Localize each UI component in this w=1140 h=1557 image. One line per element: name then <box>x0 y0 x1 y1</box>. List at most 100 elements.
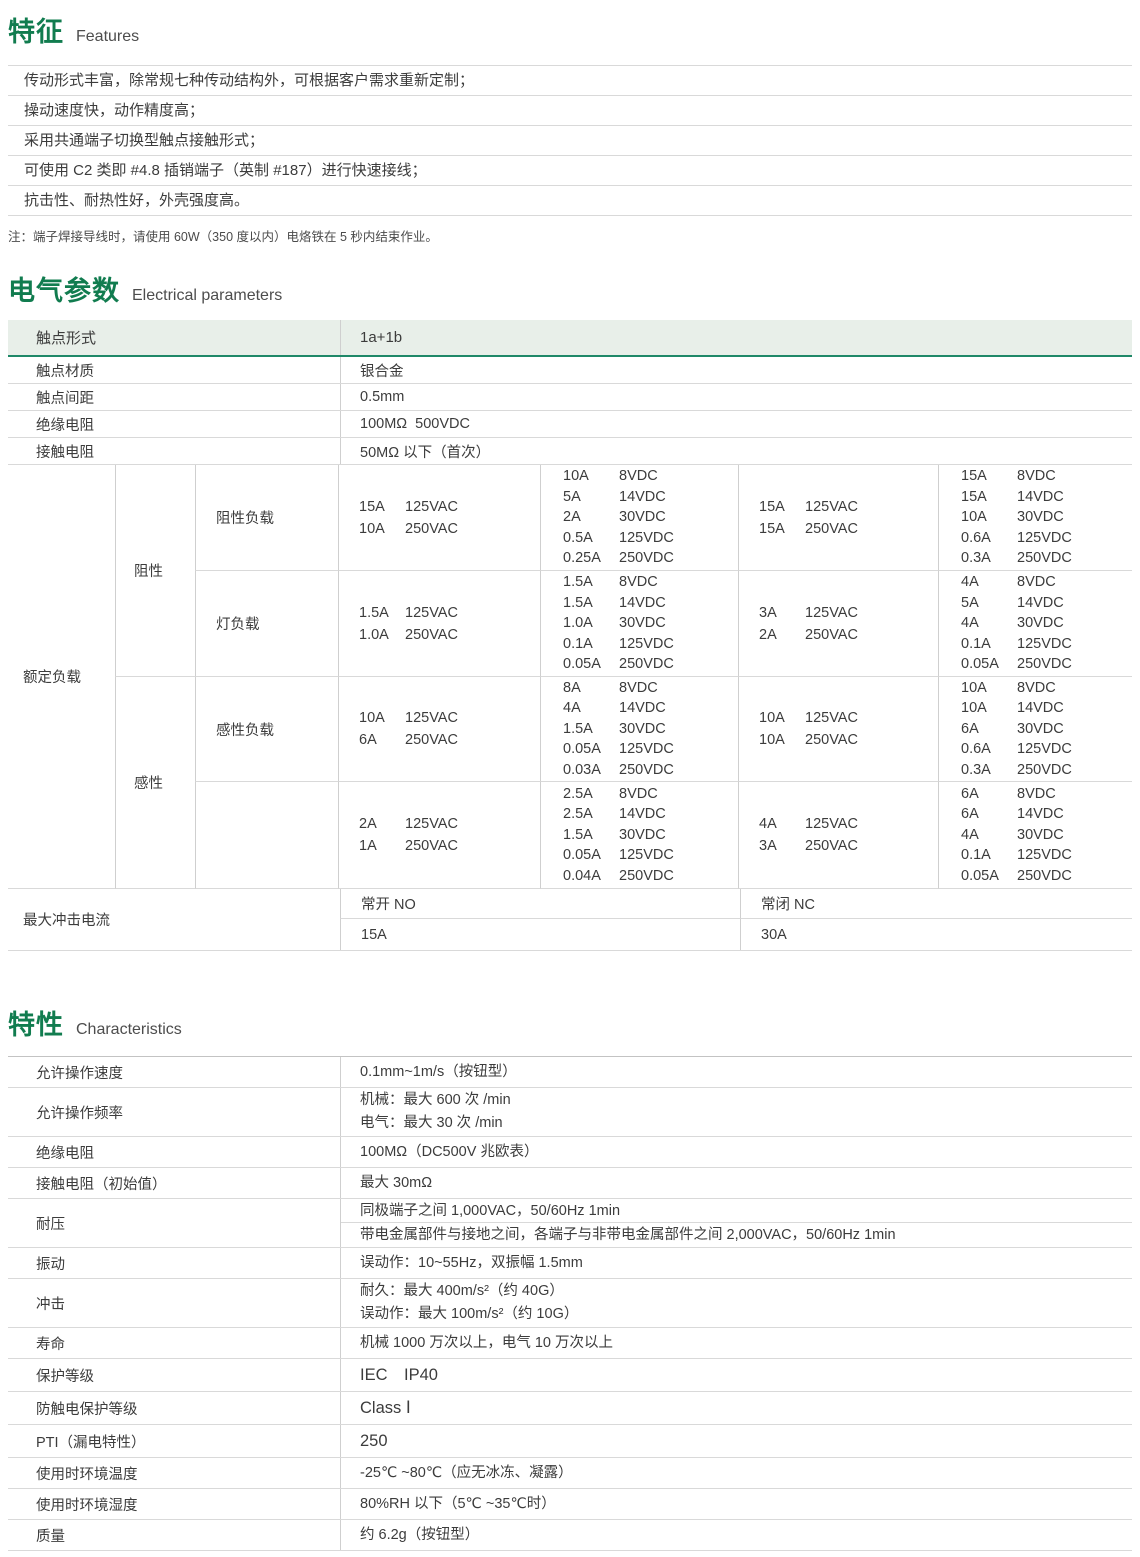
characteristic-value: 机械 1000 万次以上，电气 10 万次以上 <box>340 1328 1132 1358</box>
load-type-label <box>195 782 338 889</box>
current-value: 0.25A <box>563 548 619 569</box>
voltage-value: 125VAC <box>805 707 858 729</box>
characteristic-label: 防触电保护等级 <box>8 1392 340 1424</box>
voltage-value: 125VDC <box>1017 845 1072 866</box>
characteristic-label: 绝缘电阻 <box>8 1137 340 1167</box>
ac-rating-line: 4A125VAC <box>759 813 938 835</box>
voltage-value: 125VAC <box>405 707 458 729</box>
features-note: 注：端子焊接导线时，请使用 60W（350 度以内）电烙铁在 5 秒内结束作业。 <box>8 226 1132 245</box>
voltage-value: 125VDC <box>1017 739 1072 760</box>
characteristic-label: PTI（漏电特性） <box>8 1425 340 1457</box>
ac-rating-line: 2A250VAC <box>759 624 938 646</box>
current-value: 1A <box>359 835 405 857</box>
characteristic-value: 80%RH 以下（5℃ ~35℃时） <box>340 1489 1132 1519</box>
voltage-value: 250VDC <box>619 654 674 675</box>
dc-rating-cell: 2.5A8VDC2.5A14VDC1.5A30VDC0.05A125VDC0.0… <box>540 782 738 889</box>
features-section: 特征 Features 传动形式丰富，除常规七种传动结构外，可根据客户需求重新定… <box>8 10 1132 245</box>
ac-rating-line: 10A125VAC <box>359 707 540 729</box>
feature-item: 抗击性、耐热性好，外壳强度高。 <box>8 186 1132 216</box>
characteristic-row: 冲击耐久：最大 400m/s²（约 40G）误动作：最大 100m/s²（约 1… <box>8 1279 1132 1328</box>
rated-load-label: 额定负载 <box>8 465 115 889</box>
dc-rating-line: 6A30VDC <box>961 719 1132 740</box>
characteristic-label: 允许操作速度 <box>8 1057 340 1087</box>
current-value: 0.03A <box>563 760 619 781</box>
characteristic-value: 100MΩ（DC500V 兆欧表） <box>340 1137 1132 1167</box>
current-value: 1.0A <box>359 624 405 646</box>
features-title: 特征 Features <box>8 10 1132 49</box>
dc-rating-line: 0.05A250VDC <box>961 654 1132 675</box>
current-value: 10A <box>359 518 405 540</box>
dc-rating-line: 10A8VDC <box>961 678 1132 699</box>
features-title-en: Features <box>76 28 139 46</box>
current-value: 0.1A <box>563 634 619 655</box>
contact-form-label: 触点形式 <box>8 327 340 348</box>
voltage-value: 125VDC <box>1017 528 1072 549</box>
characteristic-row: 使用时环境温度-25℃ ~80℃（应无冰冻、凝露） <box>8 1458 1132 1489</box>
voltage-value: 250VDC <box>1017 654 1072 675</box>
ac-rating-cell: 2A125VAC1A250VAC <box>338 782 540 889</box>
voltage-value: 30VDC <box>619 613 666 634</box>
dc-rating-line: 5A14VDC <box>563 487 738 508</box>
electrical-row-label: 触点材质 <box>8 360 340 381</box>
current-value: 4A <box>961 572 1017 593</box>
dc-rating-line: 0.1A125VDC <box>961 845 1132 866</box>
dc-rating-line: 0.25A250VDC <box>563 548 738 569</box>
dc-rating-line: 0.6A125VDC <box>961 739 1132 760</box>
voltage-value: 250VDC <box>1017 548 1072 569</box>
voltage-value: 14VDC <box>619 804 666 825</box>
current-value: 1.5A <box>563 825 619 846</box>
characteristic-value-line: 80%RH 以下（5℃ ~35℃时） <box>360 1493 1132 1516</box>
dc-rating-line: 10A14VDC <box>961 698 1132 719</box>
dc-rating-cell: 8A8VDC4A14VDC1.5A30VDC0.05A125VDC0.03A25… <box>540 677 738 782</box>
characteristic-row: 耐压同极端子之间 1,000VAC，50/60Hz 1min带电金属部件与接地之… <box>8 1199 1132 1248</box>
dc-rating-line: 4A8VDC <box>961 572 1132 593</box>
dc-rating-line: 4A30VDC <box>961 613 1132 634</box>
electrical-row-label: 接触电阻 <box>8 441 340 462</box>
ac-rating-line: 1A250VAC <box>359 835 540 857</box>
characteristic-value-line: 最大 30mΩ <box>360 1172 1132 1195</box>
dc-rating-line: 4A30VDC <box>961 825 1132 846</box>
characteristic-row: 质量约 6.2g（按钮型） <box>8 1520 1132 1551</box>
voltage-value: 8VDC <box>619 466 658 487</box>
voltage-value: 8VDC <box>1017 678 1056 699</box>
ac-rating-cell: 15A125VAC10A250VAC <box>338 465 540 571</box>
characteristic-value: 耐久：最大 400m/s²（约 40G）误动作：最大 100m/s²（约 10G… <box>340 1279 1132 1327</box>
current-value: 1.5A <box>563 593 619 614</box>
current-value: 3A <box>759 602 805 624</box>
current-value: 8A <box>563 678 619 699</box>
ac-rating-line: 6A250VAC <box>359 729 540 751</box>
voltage-value: 8VDC <box>1017 572 1056 593</box>
ac-rating-line: 15A125VAC <box>359 496 540 518</box>
feature-item: 采用共通端子切换型触点接触形式； <box>8 126 1132 156</box>
voltage-value: 30VDC <box>619 719 666 740</box>
characteristic-row: 使用时环境湿度 80%RH 以下（5℃ ~35℃时） <box>8 1489 1132 1520</box>
voltage-value: 250VDC <box>619 760 674 781</box>
dc-rating-line: 0.3A250VDC <box>961 760 1132 781</box>
voltage-value: 250VAC <box>405 624 458 646</box>
datasheet-page: 特征 Features 传动形式丰富，除常规七种传动结构外，可根据客户需求重新定… <box>0 0 1140 1557</box>
inrush-nc-header: 常闭 NC <box>740 889 1132 919</box>
characteristic-label: 使用时环境湿度 <box>8 1489 340 1519</box>
voltage-value: 250VAC <box>805 729 858 751</box>
characteristic-row: 防触电保护等级Class Ⅰ <box>8 1392 1132 1425</box>
characteristics-title-cn: 特性 <box>8 1003 64 1042</box>
voltage-value: 8VDC <box>1017 784 1056 805</box>
features-title-cn: 特征 <box>8 10 64 49</box>
inrush-current-table: 最大冲击电流 常开 NO 常闭 NC 15A 30A <box>8 889 1132 951</box>
dc-rating-line: 0.05A125VDC <box>563 845 738 866</box>
voltage-value: 250VDC <box>1017 760 1072 781</box>
current-value: 4A <box>961 613 1017 634</box>
electrical-row: 接触电阻50MΩ 以下（首次） <box>8 438 1132 465</box>
dc-rating-line: 8A8VDC <box>563 678 738 699</box>
characteristic-label: 耐压 <box>8 1199 340 1247</box>
dc-rating-line: 10A30VDC <box>961 507 1132 528</box>
characteristic-value-line: 带电金属部件与接地之间，各端子与非带电金属部件之间 2,000VAC，50/60… <box>341 1223 1132 1247</box>
current-value: 0.05A <box>961 866 1017 887</box>
current-value: 0.6A <box>961 739 1017 760</box>
current-value: 2.5A <box>563 804 619 825</box>
electrical-row-label: 触点间距 <box>8 387 340 408</box>
dc-rating-line: 1.5A30VDC <box>563 825 738 846</box>
electrical-row-value: 0.5mm <box>340 384 1132 410</box>
characteristic-row: 允许操作速度0.1mm~1m/s（按钮型） <box>8 1057 1132 1088</box>
characteristic-value: 误动作：10~55Hz，双振幅 1.5mm <box>340 1248 1132 1278</box>
